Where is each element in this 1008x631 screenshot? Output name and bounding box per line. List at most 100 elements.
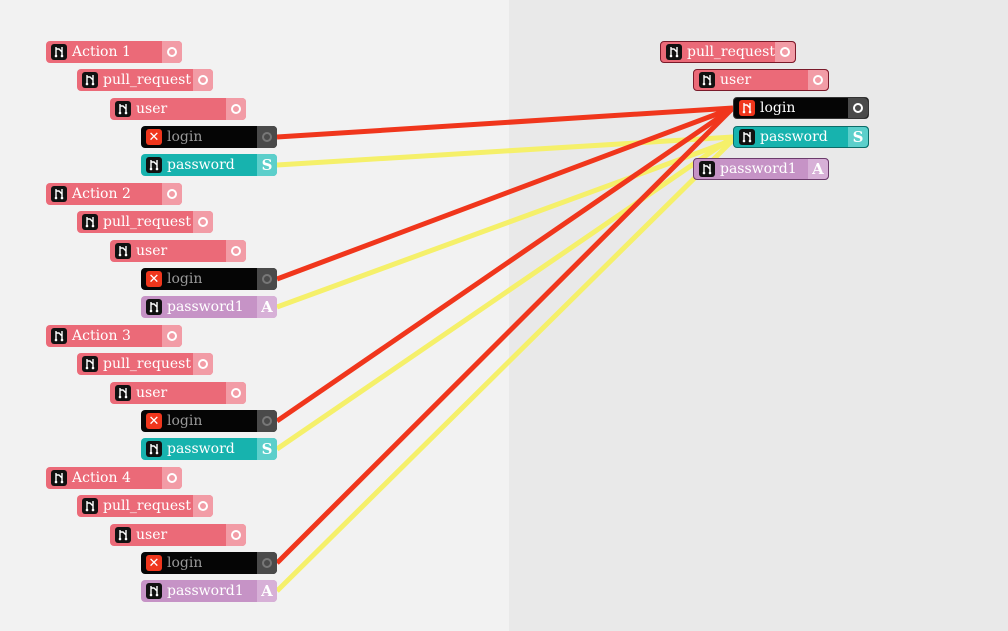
git-branch-icon	[739, 129, 755, 145]
target-pull-request[interactable]: pull_request	[660, 41, 796, 63]
circle-icon	[780, 47, 790, 57]
x-icon: ✕	[146, 271, 162, 287]
action-header[interactable]: Action 2	[46, 183, 182, 205]
node-login[interactable]: ✕ login	[141, 410, 277, 432]
failure-wire[interactable]	[275, 105, 735, 424]
git-branch-icon	[699, 72, 715, 88]
circle-icon	[167, 473, 177, 483]
x-icon: ✕	[146, 555, 162, 571]
circle-icon	[262, 274, 272, 284]
node-password[interactable]: password S	[141, 438, 277, 460]
circle-port-icon[interactable]	[162, 325, 182, 347]
circle-icon	[167, 189, 177, 199]
type-badge[interactable]: A	[808, 159, 828, 179]
circle-port-icon[interactable]	[226, 98, 246, 120]
node-login[interactable]: ✕ login	[141, 126, 277, 148]
git-branch-icon	[82, 498, 98, 514]
circle-port-icon[interactable]	[162, 183, 182, 205]
block-label: Action 4	[72, 470, 131, 486]
circle-port-icon[interactable]	[193, 353, 213, 375]
type-badge[interactable]: A	[257, 296, 277, 318]
target-password1[interactable]: password1 A	[693, 158, 829, 180]
node-user[interactable]: user	[110, 240, 246, 262]
circle-port-icon[interactable]	[257, 552, 277, 574]
git-branch-icon	[115, 101, 131, 117]
circle-port-icon[interactable]	[226, 240, 246, 262]
circle-port-icon[interactable]	[226, 382, 246, 404]
circle-icon	[231, 388, 241, 398]
block-label: login	[167, 129, 203, 145]
block-label: user	[136, 243, 168, 259]
git-branch-icon	[146, 299, 162, 315]
node-pull-request[interactable]: pull_request	[77, 211, 213, 233]
node-password[interactable]: password S	[141, 154, 277, 176]
node-pull-request[interactable]: pull_request	[77, 69, 213, 91]
type-badge[interactable]: S	[257, 438, 277, 460]
node-pull-request[interactable]: pull_request	[77, 495, 213, 517]
block-label: login	[760, 100, 796, 116]
block-label: login	[167, 413, 203, 429]
success-wire[interactable]	[276, 134, 734, 168]
circle-icon	[231, 104, 241, 114]
circle-icon	[262, 558, 272, 568]
circle-icon	[262, 132, 272, 142]
block-label: password1	[720, 161, 797, 177]
circle-port-icon[interactable]	[257, 268, 277, 290]
success-wire[interactable]	[275, 138, 735, 593]
circle-port-icon[interactable]	[808, 70, 828, 90]
block-label: login	[167, 555, 203, 571]
action-header[interactable]: Action 4	[46, 467, 182, 489]
block-label: password1	[167, 299, 244, 315]
circle-port-icon[interactable]	[775, 42, 795, 62]
node-user[interactable]: user	[110, 524, 246, 546]
block-label: user	[720, 72, 752, 88]
node-login[interactable]: ✕ login	[141, 268, 277, 290]
node-pull-request[interactable]: pull_request	[77, 353, 213, 375]
success-wire[interactable]	[276, 137, 734, 310]
action-header[interactable]: Action 1	[46, 41, 182, 63]
circle-icon	[167, 331, 177, 341]
git-branch-icon	[146, 441, 162, 457]
block-label: pull_request	[103, 498, 191, 514]
block-label: Action 3	[72, 328, 131, 344]
block-label: pull_request	[103, 214, 191, 230]
circle-port-icon[interactable]	[848, 98, 868, 118]
circle-port-icon[interactable]	[193, 495, 213, 517]
git-branch-icon	[699, 161, 715, 177]
git-branch-icon	[146, 583, 162, 599]
node-user[interactable]: user	[110, 382, 246, 404]
node-password1[interactable]: password1 A	[141, 580, 277, 602]
block-label: user	[136, 527, 168, 543]
success-wire[interactable]	[275, 134, 735, 452]
node-login[interactable]: ✕ login	[141, 552, 277, 574]
block-label: login	[167, 271, 203, 287]
x-icon: ✕	[146, 129, 162, 145]
failure-wire[interactable]	[275, 106, 735, 565]
x-icon: ✕	[146, 413, 162, 429]
node-password1[interactable]: password1 A	[141, 296, 277, 318]
circle-icon	[231, 530, 241, 540]
circle-port-icon[interactable]	[162, 41, 182, 63]
block-label: user	[136, 101, 168, 117]
circle-port-icon[interactable]	[162, 467, 182, 489]
target-password[interactable]: password S	[733, 126, 869, 148]
circle-port-icon[interactable]	[257, 126, 277, 148]
circle-port-icon[interactable]	[226, 524, 246, 546]
node-user[interactable]: user	[110, 98, 246, 120]
git-branch-icon	[82, 72, 98, 88]
git-branch-icon	[51, 44, 67, 60]
target-login[interactable]: login	[733, 97, 869, 119]
type-badge[interactable]: S	[848, 127, 868, 147]
circle-port-icon[interactable]	[257, 410, 277, 432]
type-badge[interactable]: S	[257, 154, 277, 176]
circle-port-icon[interactable]	[193, 211, 213, 233]
circle-icon	[813, 75, 823, 85]
type-badge[interactable]: A	[257, 580, 277, 602]
circle-icon	[198, 501, 208, 511]
circle-icon	[231, 246, 241, 256]
action-header[interactable]: Action 3	[46, 325, 182, 347]
block-label: password	[167, 441, 235, 457]
git-branch-icon	[666, 44, 682, 60]
circle-port-icon[interactable]	[193, 69, 213, 91]
target-user[interactable]: user	[693, 69, 829, 91]
